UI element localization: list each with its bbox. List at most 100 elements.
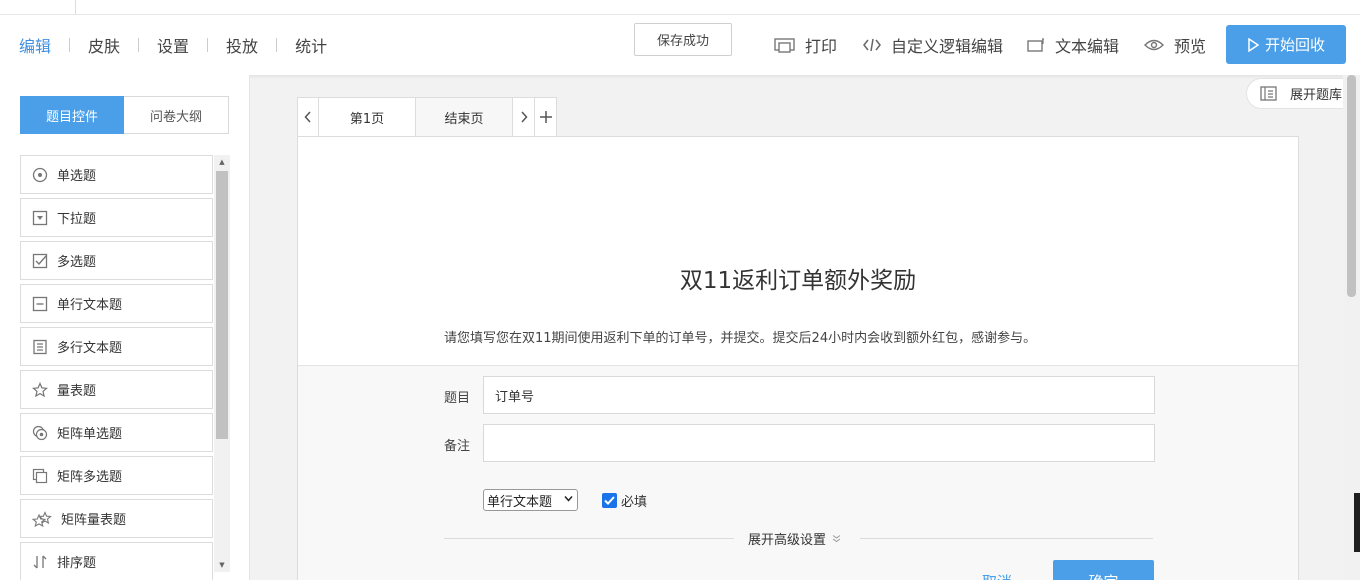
control-label: 多行文本题	[57, 341, 123, 356]
preview-button[interactable]: 预览	[1144, 15, 1206, 75]
eye-icon	[1144, 39, 1164, 51]
chevron-down-icon	[564, 494, 573, 506]
text-edit-label: 文本编辑	[1055, 37, 1120, 56]
control-multi-line-text[interactable]: 多行文本题	[20, 327, 213, 366]
advanced-settings-toggle[interactable]: 展开高级设置	[748, 529, 841, 548]
chevron-left-icon	[304, 111, 311, 123]
text-edit-icon	[1027, 38, 1044, 52]
control-label: 排序题	[57, 556, 97, 571]
top-strip	[0, 0, 1360, 15]
required-toggle[interactable]: 必填	[602, 491, 647, 510]
divider	[444, 538, 734, 539]
tab-end-page[interactable]: 结束页	[416, 97, 513, 137]
control-label: 多选题	[57, 255, 97, 270]
nav-distribute[interactable]: 投放	[226, 33, 258, 57]
nav-settings[interactable]: 设置	[157, 33, 189, 57]
library-icon	[1260, 86, 1277, 101]
control-matrix-multiple[interactable]: 矩阵多选题	[20, 456, 213, 495]
dropdown-icon	[32, 210, 48, 225]
play-icon	[1248, 37, 1260, 52]
nav-skin[interactable]: 皮肤	[88, 33, 120, 57]
control-label: 单选题	[57, 169, 97, 184]
edge-handle	[1354, 493, 1360, 552]
single-line-text-icon	[32, 296, 48, 311]
question-label: 题目	[444, 391, 471, 406]
page-tabs: 第1页 结束页	[297, 97, 557, 137]
control-matrix-single[interactable]: 矩阵单选题	[20, 413, 213, 452]
control-label: 单行文本题	[57, 298, 123, 313]
control-scale[interactable]: 量表题	[20, 370, 213, 409]
chevron-right-icon	[520, 111, 528, 123]
scroll-up-arrow-icon[interactable]: ▲	[214, 155, 230, 169]
divider	[860, 538, 1153, 539]
control-list-scrollbar[interactable]: ▲ ▼	[214, 155, 230, 572]
expand-library-label: 展开题库	[1290, 88, 1343, 103]
double-chevron-down-icon	[832, 535, 841, 543]
matrix-radio-icon	[32, 425, 48, 440]
panel-tabs: 题目控件 问卷大纲	[20, 96, 229, 134]
radio-icon	[32, 167, 48, 182]
control-matrix-scale[interactable]: 矩阵量表题	[20, 499, 213, 538]
question-title-input[interactable]: 订单号	[483, 376, 1155, 414]
nav-separator	[69, 38, 71, 52]
control-label: 矩阵多选题	[57, 470, 123, 485]
page-prev-button[interactable]	[297, 97, 319, 137]
tab-page-1[interactable]: 第1页	[319, 97, 416, 137]
scroll-thumb[interactable]	[216, 171, 228, 439]
check-icon	[604, 496, 615, 505]
nav-statistics[interactable]: 统计	[295, 33, 327, 57]
control-label: 矩阵单选题	[57, 427, 123, 442]
note-label: 备注	[444, 439, 471, 454]
start-collect-button[interactable]: 开始回收	[1226, 25, 1346, 64]
star-icon	[32, 381, 48, 397]
scroll-down-arrow-icon[interactable]: ▼	[214, 558, 230, 572]
nav-separator	[207, 38, 209, 52]
question-type-value: 单行文本题	[487, 494, 553, 510]
note-input[interactable]	[483, 424, 1155, 462]
tab-outline[interactable]: 问卷大纲	[124, 96, 229, 134]
required-checkbox[interactable]	[602, 493, 617, 508]
add-page-button[interactable]	[535, 97, 557, 137]
multi-line-text-icon	[33, 339, 47, 354]
control-sort[interactable]: 排序题	[20, 542, 213, 580]
control-list: 单选题 下拉题 多选题 单行文本题 多行文本题 量表题 矩阵单选题 矩阵多选题	[20, 155, 213, 580]
control-single-line-text[interactable]: 单行文本题	[20, 284, 213, 323]
control-dropdown[interactable]: 下拉题	[20, 198, 213, 237]
confirm-button[interactable]: 确定	[1053, 560, 1154, 580]
survey-canvas: 双11返利订单额外奖励 请您填写您在双11期间使用返利下单的订单号，并提交。提交…	[297, 136, 1299, 580]
header: 编辑 皮肤 设置 投放 统计 保存成功 打印 自定义逻辑编辑 文本编辑 预览 开…	[0, 15, 1360, 75]
print-button[interactable]: 打印	[774, 15, 837, 75]
required-label: 必填	[621, 495, 648, 510]
start-collect-label: 开始回收	[1264, 36, 1325, 54]
control-label: 矩阵量表题	[61, 513, 127, 528]
sort-icon	[33, 555, 47, 568]
control-multiple-choice[interactable]: 多选题	[20, 241, 213, 280]
cancel-button[interactable]: 取消	[982, 571, 1012, 580]
question-type-select[interactable]: 单行文本题	[483, 489, 578, 511]
survey-title[interactable]: 双11返利订单额外奖励	[298, 261, 1298, 295]
checkbox-icon	[32, 253, 48, 268]
left-panel: 题目控件 问卷大纲 单选题 下拉题 多选题 单行文本题 多行文本题 量表题 矩阵…	[0, 75, 250, 580]
custom-logic-button[interactable]: 自定义逻辑编辑	[863, 15, 1003, 75]
top-strip-divider	[75, 0, 76, 14]
code-icon	[863, 38, 881, 52]
nav-edit[interactable]: 编辑	[19, 33, 51, 57]
control-label: 量表题	[57, 384, 97, 399]
question-editor: 题目 订单号 备注 单行文本题 必填 展开高级设置 取消 确定	[298, 365, 1298, 580]
plus-icon	[539, 111, 552, 123]
matrix-star-icon	[32, 510, 52, 527]
tab-question-controls[interactable]: 题目控件	[20, 96, 124, 134]
nav-separator	[276, 38, 278, 52]
page-scroll-thumb[interactable]	[1347, 75, 1356, 297]
text-edit-button[interactable]: 文本编辑	[1027, 15, 1119, 75]
survey-description[interactable]: 请您填写您在双11期间使用返利下单的订单号，并提交。提交后24小时内会收到额外红…	[444, 327, 1036, 346]
save-status-badge: 保存成功	[634, 23, 732, 56]
page-next-button[interactable]	[513, 97, 535, 137]
main-nav: 编辑 皮肤 设置 投放 统计	[19, 15, 327, 75]
custom-logic-label: 自定义逻辑编辑	[891, 37, 1004, 56]
control-label: 下拉题	[57, 212, 97, 227]
nav-separator	[138, 38, 140, 52]
print-icon	[774, 38, 795, 53]
matrix-checkbox-icon	[32, 468, 48, 483]
control-single-choice[interactable]: 单选题	[20, 155, 213, 194]
